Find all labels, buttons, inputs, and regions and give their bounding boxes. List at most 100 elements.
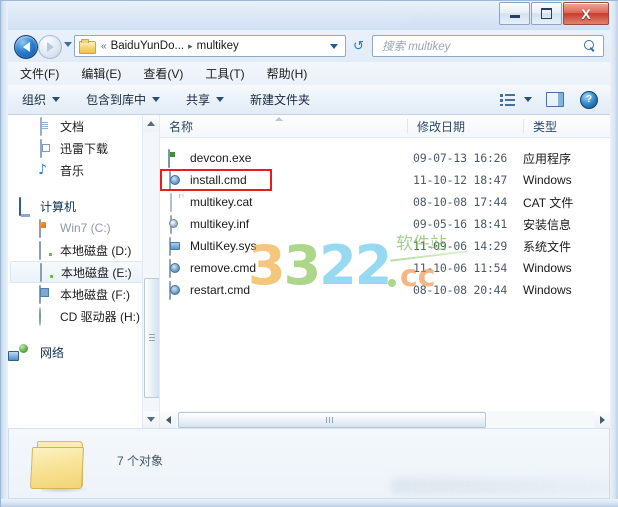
column-header-date-modified[interactable]: 修改日期 (408, 115, 523, 137)
column-header-type[interactable]: 类型 (524, 115, 610, 137)
scroll-right-button[interactable] (594, 411, 610, 428)
table-row[interactable]: devcon.exe 09-07-13 16:26 应用程序 (160, 147, 610, 169)
maximize-button[interactable] (531, 2, 562, 25)
folder-icon (79, 38, 96, 54)
file-date: 11-10-12 18:47 (413, 173, 508, 187)
nav-item-drive-d[interactable]: 本地磁盘 (D:) (8, 239, 159, 261)
refresh-button[interactable]: ↺ (349, 36, 368, 56)
new-folder-button[interactable]: 新建文件夹 (250, 91, 310, 108)
title-bar[interactable]: X (0, 0, 618, 30)
forward-button[interactable] (38, 35, 62, 59)
command-bar: 组织 包含到库中 共享 新建文件夹 ? (8, 85, 610, 115)
preview-pane-icon[interactable] (546, 92, 564, 107)
search-placeholder: 搜索 multikey (382, 41, 451, 53)
column-header-row: 名称 修改日期 类型 (160, 115, 610, 138)
document-icon (38, 117, 54, 136)
new-folder-label: 新建文件夹 (250, 93, 311, 107)
file-type: 安装信息 (523, 217, 572, 232)
chevron-down-icon (147, 417, 155, 422)
nav-item-computer[interactable]: 计算机 (8, 195, 159, 217)
window-edge-bottom (0, 499, 618, 507)
scroll-left-button[interactable] (160, 411, 176, 428)
view-layout-icon[interactable] (500, 93, 515, 106)
background-blur-artifact (392, 478, 618, 494)
scroll-up-button[interactable] (143, 115, 159, 132)
table-row[interactable]: restart.cmd 08-10-08 20:44 Windows (160, 279, 610, 301)
nav-item-drive-f[interactable]: 本地磁盘 (F:) (8, 283, 159, 305)
scrollbar-thumb[interactable] (144, 278, 159, 398)
include-in-library-label: 包含到库中 (86, 93, 147, 107)
back-button[interactable] (14, 35, 38, 59)
menu-item-file[interactable]: 文件(F) (20, 65, 59, 82)
organize-label: 组织 (22, 93, 47, 107)
back-arrow-icon (22, 42, 30, 52)
chevron-down-icon[interactable] (524, 97, 532, 102)
minimize-icon (509, 15, 520, 18)
nav-item-win7-c[interactable]: Win7 (C:) (8, 217, 159, 239)
share-button[interactable]: 共享 (186, 91, 225, 108)
scrollbar-thumb[interactable] (178, 412, 486, 428)
file-name-cell: install.cmd (160, 171, 413, 190)
chevron-left-icon (165, 415, 171, 424)
breadcrumb-separator[interactable]: ▸ (185, 41, 196, 52)
share-label: 共享 (186, 93, 211, 107)
menu-item-help[interactable]: 帮助(H) (267, 65, 308, 82)
menu-item-tools[interactable]: 工具(T) (205, 65, 244, 82)
table-row[interactable]: install.cmd 11-10-12 18:47 Windows (160, 169, 610, 191)
nav-item-label: Win7 (C:) (60, 221, 111, 235)
breadcrumb-overflow-chevron[interactable]: « (98, 41, 110, 52)
chevron-down-icon[interactable] (330, 43, 338, 49)
close-button[interactable]: X (563, 2, 609, 25)
file-type: 应用程序 (523, 151, 572, 166)
organize-button[interactable]: 组织 (22, 91, 61, 108)
address-bar-band: « BaiduYunDo... ▸ multikey ↺ 搜索 multikey (8, 30, 610, 62)
nav-item-cd-drive-h[interactable]: CD 驱动器 (H:) (8, 305, 159, 327)
window-edge-left (0, 0, 8, 507)
command-bar-right-group: ? (500, 90, 610, 109)
nav-item-network[interactable]: 网络 (8, 341, 159, 363)
table-row[interactable]: MultiKey.sys 11-09-06 14:29 系统文件 (160, 235, 610, 257)
recent-pages-dropdown[interactable] (64, 42, 72, 47)
nav-item-thunder-downloads[interactable]: 迅雷下载 (8, 137, 159, 159)
file-type: CAT 文件 (523, 195, 574, 210)
column-header-name[interactable]: 名称 (160, 115, 407, 137)
menu-item-edit[interactable]: 编辑(E) (81, 65, 121, 82)
file-name: multikey.cat (190, 195, 253, 209)
file-list-horizontal-scrollbar[interactable] (160, 411, 610, 428)
table-row[interactable]: multikey.cat 08-10-08 17:44 CAT 文件 (160, 191, 610, 213)
scroll-down-button[interactable] (143, 411, 159, 428)
nav-item-music[interactable]: ♪ 音乐 (8, 159, 159, 181)
item-count-label: 7 个对象 (117, 454, 164, 468)
address-input[interactable]: « BaiduYunDo... ▸ multikey (74, 35, 346, 57)
menu-bar: 文件(F) 编辑(E) 查看(V) 工具(T) 帮助(H) (8, 62, 610, 85)
breadcrumb-item-0[interactable]: BaiduYunDo... (110, 40, 186, 52)
menu-item-view[interactable]: 查看(V) (143, 65, 183, 82)
file-name: install.cmd (190, 173, 247, 187)
nav-item-label: 本地磁盘 (E:) (61, 265, 132, 280)
explorer-window: X « BaiduYunDo... ▸ multikey ↺ 搜索 multik… (0, 0, 618, 507)
navigation-pane-scrollbar[interactable] (142, 115, 159, 428)
file-name-cell: devcon.exe (160, 149, 413, 168)
chevron-down-icon (52, 97, 61, 102)
breadcrumb-item-1[interactable]: multikey (196, 40, 240, 52)
drive-icon (38, 241, 54, 260)
column-header-label: 修改日期 (417, 119, 466, 134)
nav-item-drive-e[interactable]: 本地磁盘 (E:) (10, 261, 155, 283)
chevron-up-icon (147, 121, 155, 126)
inf-file-icon (168, 215, 184, 234)
minimize-button[interactable] (499, 2, 530, 25)
table-row[interactable]: multikey.inf 09-05-16 18:41 安装信息 (160, 213, 610, 235)
sort-ascending-icon (275, 117, 283, 121)
nav-item-label: 本地磁盘 (F:) (60, 287, 130, 302)
nav-item-label: 网络 (40, 345, 65, 360)
chevron-down-icon (152, 97, 161, 102)
file-name-cell: restart.cmd (160, 281, 413, 300)
nav-item-documents[interactable]: 文档 (8, 115, 159, 137)
search-input[interactable]: 搜索 multikey (372, 35, 604, 57)
file-date: 09-05-16 18:41 (413, 217, 508, 231)
include-in-library-button[interactable]: 包含到库中 (86, 91, 161, 108)
nav-item-label: 迅雷下载 (60, 141, 109, 156)
chevron-down-icon (216, 97, 225, 102)
help-icon[interactable]: ? (580, 90, 598, 109)
table-row[interactable]: remove.cmd 11-10-06 11:54 Windows (160, 257, 610, 279)
